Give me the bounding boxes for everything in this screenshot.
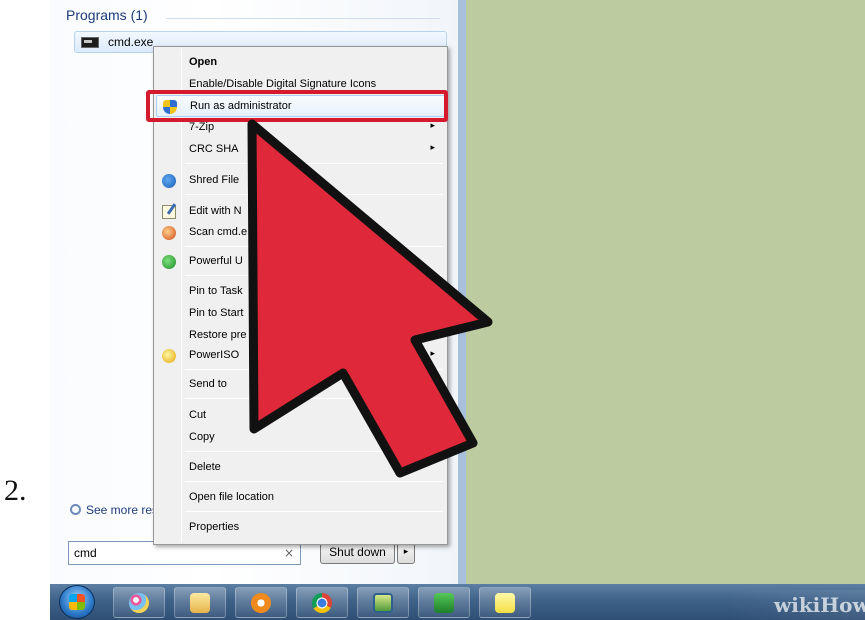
submenu-arrow-icon: ▸	[430, 349, 435, 359]
screenshot-frame: Programs (1) cmd.exe See more res cmd × …	[50, 0, 865, 620]
start-button[interactable]	[59, 585, 95, 619]
wikihow-watermark: wikiHow	[726, 590, 865, 620]
menu-item-label: PowerISO	[189, 349, 240, 361]
uninstaller-icon	[162, 255, 176, 269]
menu-separator	[185, 246, 443, 247]
poweriso-icon	[162, 349, 176, 363]
submenu-arrow-icon: ▸	[430, 121, 435, 131]
menu-separator	[185, 481, 443, 482]
menu-item-label: Cut	[189, 409, 207, 421]
menu-item-properties[interactable]: Properties	[156, 517, 445, 539]
clear-icon[interactable]: ×	[284, 546, 294, 560]
menu-item-label: Open file location	[189, 491, 274, 503]
menu-item-scan[interactable]: Scan cmd.e	[156, 222, 445, 244]
menu-separator	[185, 275, 443, 276]
menu-item-label: Enable/Disable Digital Signature Icons	[189, 78, 377, 90]
desktop	[466, 0, 865, 584]
menu-item-label: Send to	[189, 378, 227, 390]
menu-item-shred-file[interactable]: Shred File	[156, 170, 445, 192]
menu-item-label: Powerful U	[189, 255, 243, 267]
menu-item-label: Copy	[189, 431, 215, 443]
menu-item-copy[interactable]: Copy	[156, 427, 445, 449]
search-icon	[70, 504, 81, 515]
scan-icon	[162, 226, 176, 240]
menu-item-label: CRC SHA	[189, 143, 239, 155]
see-more-label: See more res	[86, 503, 159, 517]
chrome-icon	[312, 593, 332, 613]
taskbar-item-paint[interactable]	[113, 587, 165, 618]
menu-item-label: 7-Zip	[189, 121, 215, 133]
menu-item-label: Edit with N	[189, 205, 242, 217]
menu-item-label: Pin to Start	[189, 307, 244, 319]
taskbar-item-app[interactable]	[357, 587, 409, 618]
divider	[166, 18, 440, 19]
menu-item-label: Shred File	[189, 174, 240, 186]
menu-separator	[185, 369, 443, 370]
cmd-icon	[81, 37, 99, 48]
step-number: 2.	[4, 474, 27, 507]
submenu-arrow-icon: ▸	[430, 143, 435, 153]
sticky-notes-icon	[495, 593, 515, 613]
menu-item-open[interactable]: Open	[156, 52, 445, 74]
menu-item-powerful-uninstall[interactable]: Powerful U	[156, 251, 445, 273]
menu-item-pin-to-taskbar[interactable]: Pin to Task	[156, 281, 445, 303]
programs-header: Programs (1)	[66, 7, 148, 23]
menu-item-crc-sha[interactable]: CRC SHA ▸	[156, 139, 445, 161]
menu-item-open-file-location[interactable]: Open file location	[156, 487, 445, 509]
media-player-icon	[251, 593, 271, 613]
menu-item-restore-previous[interactable]: Restore pre	[156, 325, 445, 347]
menu-item-label: Restore pre	[189, 329, 247, 341]
menu-separator	[185, 451, 443, 452]
paint-icon	[129, 593, 149, 613]
menu-item-send-to[interactable]: Send to ▸	[156, 374, 445, 396]
menu-separator	[185, 163, 443, 164]
menu-item-edit-with-notepad[interactable]: Edit with N	[156, 201, 445, 223]
app-icon	[373, 593, 393, 613]
menu-item-label: Properties	[189, 521, 240, 533]
menu-item-label: Delete	[189, 461, 221, 473]
taskbar-item-sticky-notes[interactable]	[479, 587, 531, 618]
menu-separator	[185, 398, 443, 399]
submenu-arrow-icon: ▸	[430, 378, 435, 388]
highlight-box	[146, 90, 448, 122]
taskbar-item-explorer[interactable]	[174, 587, 226, 618]
menu-item-cut[interactable]: Cut	[156, 405, 445, 427]
notepad-icon	[162, 205, 176, 219]
program-label: cmd.exe	[108, 35, 154, 49]
see-more-link[interactable]: See more res	[70, 503, 158, 517]
menu-item-label: Pin to Task	[189, 285, 243, 297]
camtasia-icon	[434, 593, 454, 613]
taskbar-item-chrome[interactable]	[296, 587, 348, 618]
taskbar-item-media-player[interactable]	[235, 587, 287, 618]
explorer-icon	[190, 593, 210, 613]
taskbar-item-camtasia[interactable]	[418, 587, 470, 618]
shred-icon	[162, 174, 176, 188]
menu-item-pin-to-start[interactable]: Pin to Start	[156, 303, 445, 325]
menu-item-label: Open	[189, 56, 218, 68]
menu-separator	[185, 194, 443, 195]
menu-item-label: Scan cmd.e	[189, 226, 248, 238]
search-value: cmd	[74, 546, 97, 560]
menu-item-delete[interactable]: Delete	[156, 457, 445, 479]
menu-separator	[185, 511, 443, 512]
menu-item-poweriso[interactable]: PowerISO ▸	[156, 345, 445, 367]
